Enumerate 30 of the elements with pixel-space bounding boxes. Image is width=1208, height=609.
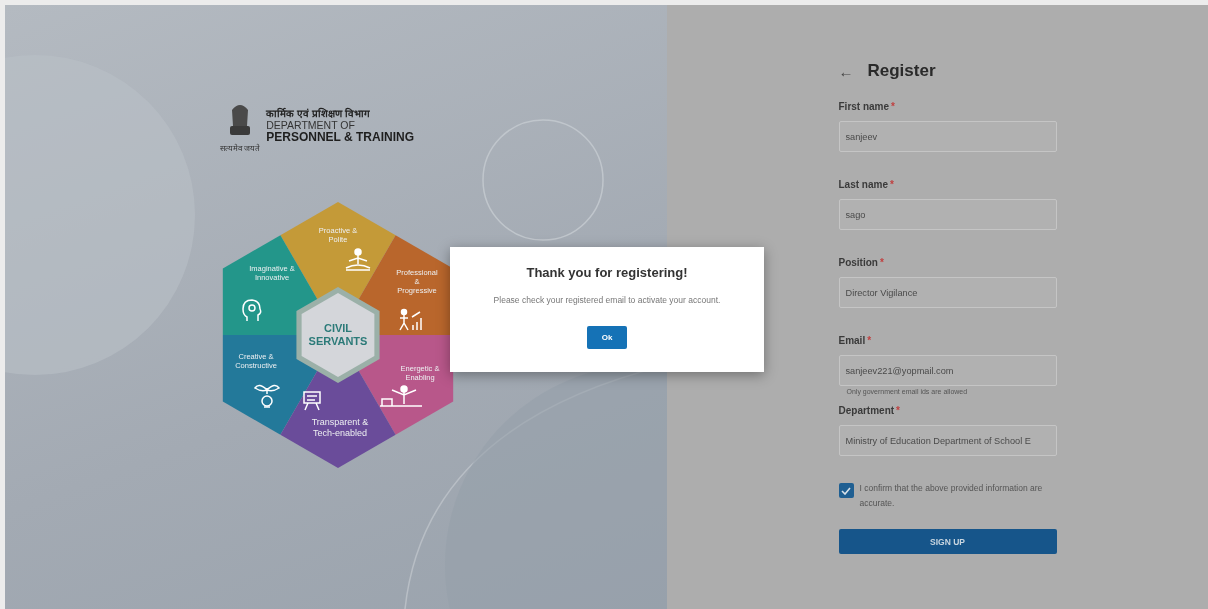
meditation-figure-icon bbox=[345, 248, 371, 271]
back-button[interactable]: ← bbox=[838, 62, 854, 80]
logo-subtitle: DEPARTMENT OF bbox=[266, 120, 356, 131]
field-label: First name * bbox=[838, 101, 896, 112]
field-label: Position * bbox=[838, 257, 885, 268]
logo-title: PERSONNEL & TRAINING bbox=[266, 131, 415, 144]
input-field[interactable]: sanjeev bbox=[838, 121, 1057, 152]
center-label: CIVIL SERVANTS bbox=[308, 322, 368, 347]
field-label: Email * bbox=[838, 335, 873, 346]
input-field[interactable]: Director Vigilance bbox=[838, 277, 1057, 308]
person-arms-open-icon bbox=[379, 385, 423, 407]
ok-button[interactable]: Ok bbox=[587, 326, 627, 349]
head-gear-icon bbox=[242, 299, 262, 322]
field-label: Department * bbox=[838, 405, 901, 416]
sign-up-button[interactable]: SIGN UP bbox=[838, 529, 1057, 554]
form-title: Register bbox=[867, 61, 936, 81]
dialog-title: Thank you for registering! bbox=[526, 265, 688, 280]
checkbox[interactable] bbox=[838, 483, 854, 498]
department-name-hindi: कार्मिक एवं प्रशिक्षण विभाग bbox=[266, 106, 371, 120]
field-label: Last name * bbox=[838, 179, 895, 190]
emblem-motto: सत्यमेव जयते bbox=[220, 143, 261, 153]
lightbulb-plant-icon bbox=[254, 384, 280, 408]
confirm-text: I confirm that the above provided information are accurate. bbox=[859, 482, 1044, 510]
presentation-board-icon bbox=[303, 391, 321, 411]
dialog-message: Please check your registered email to activate your account. bbox=[493, 295, 721, 305]
input-field[interactable]: sanjeev221@yopmail.com bbox=[838, 355, 1057, 386]
segment-label: Transparent & Tech-enabled bbox=[311, 417, 369, 438]
input-field[interactable]: Ministry of Education Department of School E bbox=[838, 425, 1057, 456]
input-field[interactable]: sago bbox=[838, 199, 1057, 230]
walking-person-chart-icon bbox=[399, 308, 422, 331]
